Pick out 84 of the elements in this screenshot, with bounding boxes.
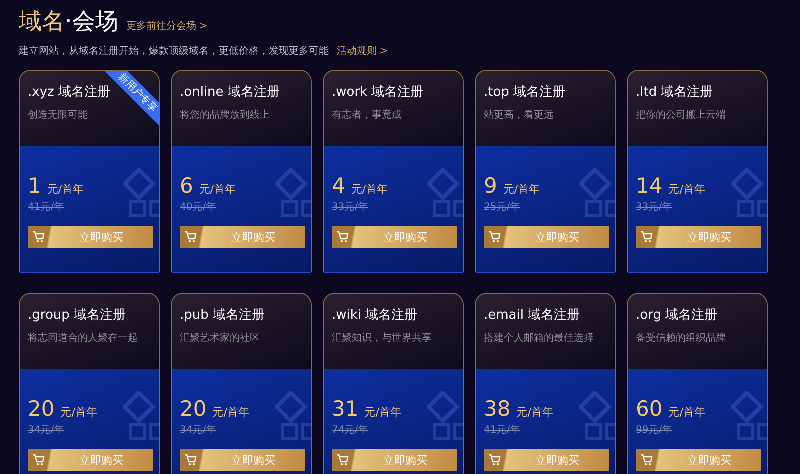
- buy-button[interactable]: 立即购买: [484, 449, 609, 471]
- price-unit: 元/首年: [503, 182, 540, 197]
- cart-icon: [640, 454, 654, 466]
- cart-icon: [488, 454, 502, 466]
- pattern-drawing: [427, 168, 463, 220]
- buy-button[interactable]: 立即购买: [28, 449, 153, 471]
- card-description: 汇聚知识，与世界共享: [332, 332, 433, 345]
- price: 4: [332, 174, 346, 198]
- buy-button[interactable]: 立即购买: [332, 449, 457, 471]
- card-title: .xyz 域名注册: [28, 84, 110, 101]
- original-price: 33元/年: [332, 201, 370, 214]
- pattern-drawing: [579, 391, 615, 443]
- price: 20: [28, 397, 55, 421]
- subtitle: 建立网站，从域名注册开始，爆款顶级域名，更低价格，发现更多可能: [19, 44, 329, 58]
- price-unit: 元/首年: [212, 405, 250, 420]
- price: 31: [332, 397, 359, 421]
- original-price: 34元/年: [28, 424, 66, 437]
- card-title: .group 域名注册: [28, 307, 126, 324]
- price-unit: 元/首年: [516, 405, 554, 420]
- cart-icon: [336, 454, 350, 466]
- price: 1: [28, 174, 42, 198]
- price: 6: [180, 174, 194, 198]
- price-unit: 元/首年: [668, 405, 706, 420]
- cart-icon: [184, 231, 198, 243]
- card-title: .email 域名注册: [484, 307, 580, 324]
- original-price: 99元/年: [636, 424, 674, 437]
- card-description: 创造无限可能: [28, 108, 89, 122]
- price: 60: [636, 397, 663, 421]
- buy-button[interactable]: 立即购买: [180, 226, 305, 248]
- buy-button[interactable]: 立即购买: [636, 226, 761, 248]
- card-title: .top 域名注册: [484, 84, 566, 101]
- original-price: 40元/年: [180, 201, 218, 214]
- price-unit: 元/首年: [60, 405, 98, 420]
- card-title: .wiki 域名注册: [332, 307, 418, 324]
- price: 38: [484, 397, 511, 421]
- cart-icon: [336, 231, 350, 243]
- cart-icon: [32, 454, 46, 466]
- price-unit: 元/首年: [364, 405, 402, 420]
- price-unit: 元/首年: [47, 182, 84, 197]
- pattern-drawing: [123, 391, 159, 443]
- price: 20: [180, 397, 207, 421]
- card-description: 将您的品牌放到线上: [180, 108, 271, 122]
- cart-icon: [640, 231, 654, 243]
- card-description: 将志同道合的人聚在一起: [28, 332, 139, 345]
- card-title: .ltd 域名注册: [636, 84, 714, 101]
- card-description: 站更高，看更远: [484, 108, 555, 122]
- buy-button[interactable]: 立即购买: [28, 226, 153, 248]
- pattern-drawing: [427, 391, 463, 443]
- buy-button[interactable]: 立即购买: [332, 226, 457, 248]
- card-title: .org 域名注册: [636, 307, 718, 324]
- price: 14: [636, 174, 663, 198]
- price-unit: 元/首年: [668, 182, 706, 197]
- pattern-drawing: [275, 168, 311, 220]
- price-unit: 元/首年: [199, 182, 236, 197]
- price-unit: 元/首年: [351, 182, 388, 197]
- cart-icon: [184, 454, 198, 466]
- pattern-drawing: [275, 391, 311, 443]
- original-price: 33元/年: [636, 201, 674, 214]
- pattern-drawing: [731, 391, 767, 443]
- more-venues-link[interactable]: 更多前往分会场 >: [126, 19, 208, 33]
- original-price: 41元/年: [28, 201, 66, 214]
- price: 9: [484, 174, 498, 198]
- card-description: 有志者，事竟成: [332, 108, 403, 122]
- card-title: .pub 域名注册: [180, 307, 266, 324]
- card-description: 汇聚艺术家的社区: [180, 332, 261, 345]
- page-title: 域名·会场: [19, 8, 118, 37]
- rules-link[interactable]: 活动规则 >: [337, 44, 389, 58]
- original-price: 25元/年: [484, 201, 522, 214]
- card-description: 搭建个人邮箱的最佳选择: [484, 332, 595, 345]
- original-price: 74元/年: [332, 424, 370, 437]
- card-description: 备受信赖的组织品牌: [636, 332, 727, 345]
- pattern-drawing: [731, 168, 767, 220]
- buy-button[interactable]: 立即购买: [636, 449, 761, 471]
- pattern-drawing: [123, 168, 159, 220]
- buy-button[interactable]: 立即购买: [484, 226, 609, 248]
- buy-button[interactable]: 立即购买: [180, 449, 305, 471]
- card-title: .online 域名注册: [180, 84, 280, 101]
- card-title: .work 域名注册: [332, 84, 424, 101]
- cart-icon: [32, 231, 46, 243]
- cart-icon: [488, 231, 502, 243]
- original-price: 34元/年: [180, 424, 218, 437]
- original-price: 41元/年: [484, 424, 522, 437]
- pattern-drawing: [579, 168, 615, 220]
- card-description: 把你的公司搬上云端: [636, 108, 727, 122]
